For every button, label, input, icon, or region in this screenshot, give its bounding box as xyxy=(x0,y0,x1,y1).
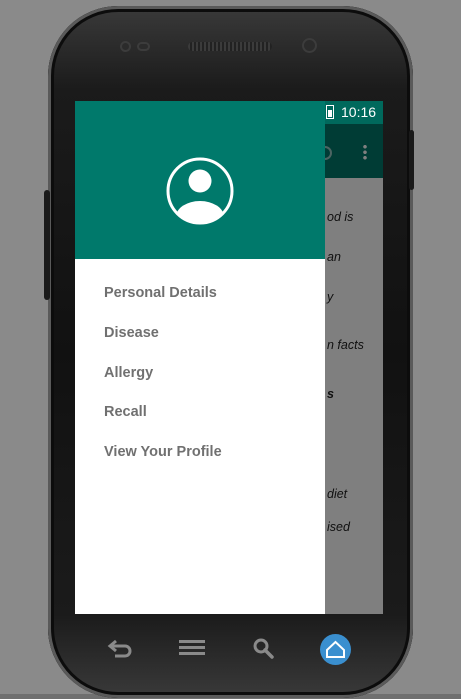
home-button[interactable] xyxy=(320,634,351,665)
back-icon[interactable] xyxy=(107,637,133,659)
drawer-item-disease[interactable]: Disease xyxy=(104,325,222,365)
clock: 10:16 xyxy=(341,104,377,120)
drawer-item-allergy[interactable]: Allergy xyxy=(104,365,222,405)
menu-icon[interactable] xyxy=(179,639,205,657)
front-camera-icon xyxy=(302,38,317,53)
home-icon xyxy=(326,640,345,658)
drawer-item-view-your-profile[interactable]: View Your Profile xyxy=(104,444,222,484)
volume-button[interactable] xyxy=(44,190,50,300)
navigation-drawer: Personal Details Disease Allergy Recall … xyxy=(75,101,325,614)
search-icon[interactable] xyxy=(252,637,274,659)
device-screen: od is an y n facts s diet ised 3G 10:16 … xyxy=(75,101,383,614)
drawer-item-recall[interactable]: Recall xyxy=(104,404,222,444)
drawer-item-personal-details[interactable]: Personal Details xyxy=(104,285,222,325)
drawer-header xyxy=(75,101,325,259)
drawer-menu: Personal Details Disease Allergy Recall … xyxy=(104,285,222,484)
power-button[interactable] xyxy=(409,130,414,190)
account-circle-icon[interactable] xyxy=(166,157,234,225)
sensor-icon xyxy=(120,41,131,52)
battery-icon xyxy=(326,105,334,119)
sensor-icon xyxy=(137,42,150,51)
earpiece-speaker xyxy=(188,42,272,51)
